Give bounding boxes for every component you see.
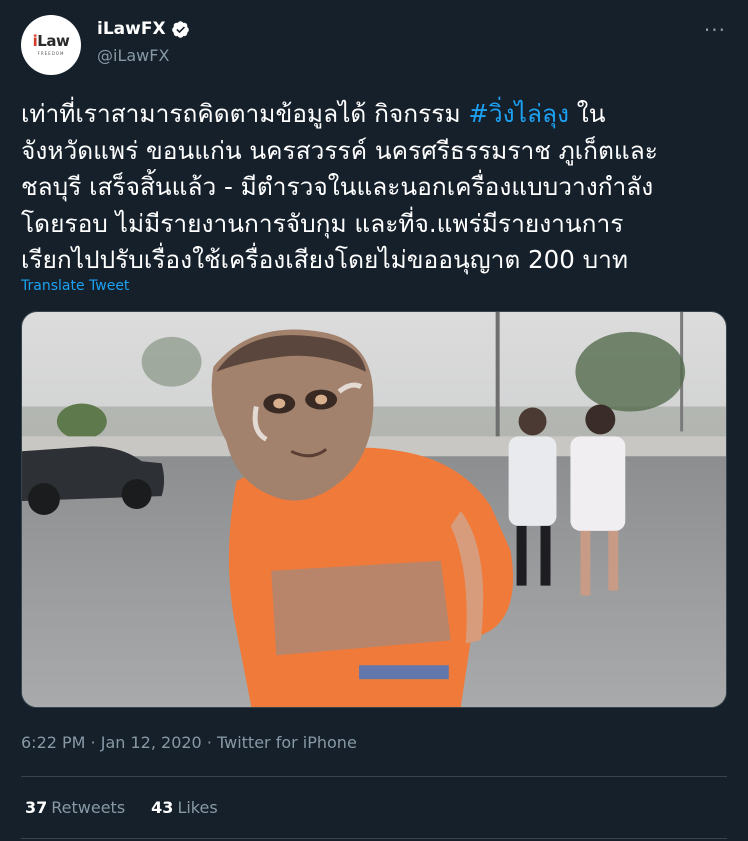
translate-tweet-link[interactable]: Translate Tweet [21,278,129,294]
divider [21,776,727,777]
tweet-text-before: เท่าที่เราสามารถคิดตามข้อมูลได้ กิจกรรม [21,99,469,128]
divider [21,838,727,839]
tweet-timestamp[interactable]: 6:22 PM · Jan 12, 2020 · Twitter for iPh… [21,733,357,752]
retweets-stat[interactable]: 37 Retweets [25,798,125,817]
tweet-stats: 37 Retweets 43 Likes [25,798,218,817]
verified-badge-icon [171,20,189,38]
avatar-logo: iLaw [32,32,70,50]
likes-stat[interactable]: 43 Likes [151,798,218,817]
retweets-label: Retweets [51,798,126,817]
tweet-text: เท่าที่เราสามารถคิดตามข้อมูลได้ กิจกรรม … [21,96,721,279]
tweet-photo[interactable] [21,311,727,708]
retweets-count: 37 [25,798,48,817]
likes-label: Likes [177,798,218,817]
hashtag-link[interactable]: #วิ่งไล่ลุง [468,99,569,128]
handle[interactable]: @iLawFX [97,46,169,65]
more-icon[interactable]: ··· [704,18,726,42]
avatar[interactable]: iLaw FREEDOM [21,15,81,75]
likes-count: 43 [151,798,174,817]
tweet: iLaw FREEDOM iLawFX @iLawFX ··· เท่าที่เ… [0,0,748,841]
photo-illustration [22,312,726,707]
display-name[interactable]: iLawFX [97,19,166,39]
avatar-subtext: FREEDOM [37,51,65,56]
author-name-row[interactable]: iLawFX [97,19,190,39]
